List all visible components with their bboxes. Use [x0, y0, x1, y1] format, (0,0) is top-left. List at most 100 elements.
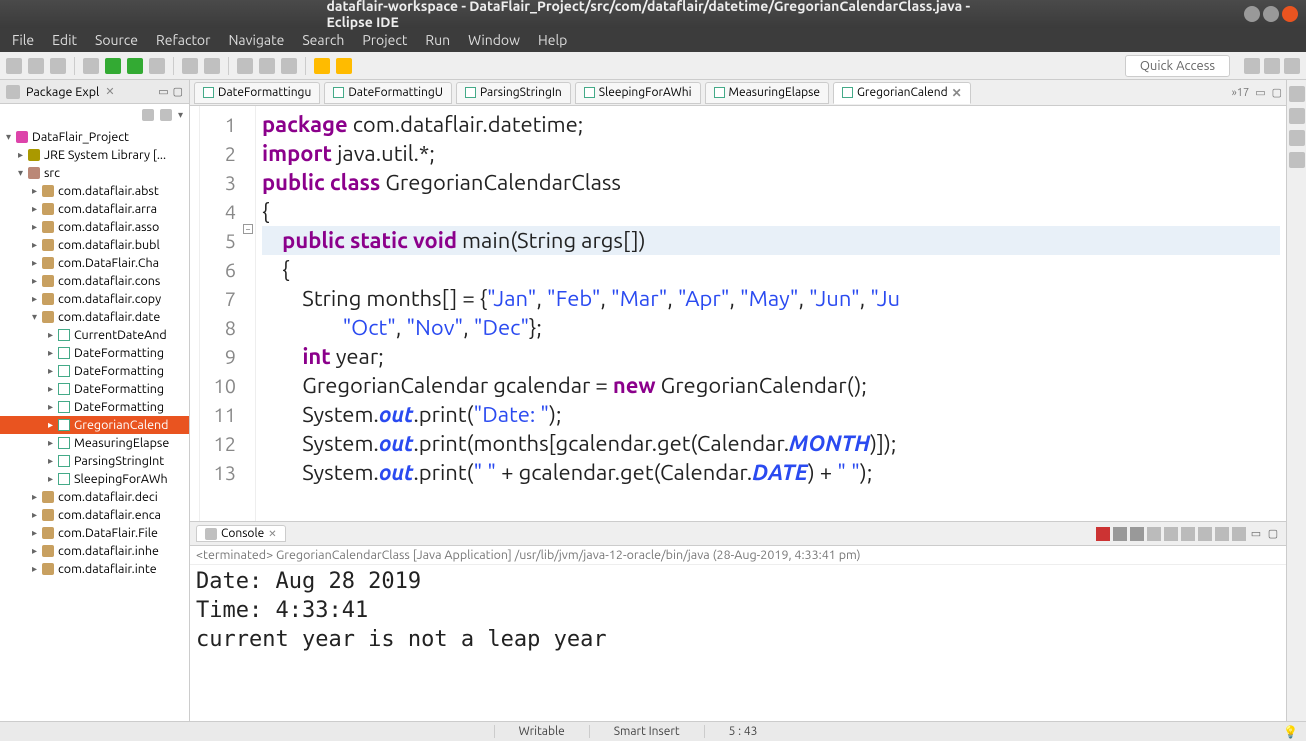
minimize-icon[interactable] [1244, 6, 1260, 22]
debug-icon[interactable] [83, 58, 99, 74]
maximize-console-icon[interactable]: ▢ [1266, 527, 1280, 541]
tab-overflow[interactable]: »17▭▢ [1232, 86, 1282, 99]
remove-launch-icon[interactable] [1113, 527, 1127, 541]
jre-lib[interactable]: ▸JRE System Library [... [0, 146, 189, 164]
back-icon[interactable] [314, 58, 330, 74]
package-item[interactable]: ▸com.dataflair.bubl [0, 236, 189, 254]
maximize-icon[interactable] [1263, 6, 1279, 22]
menu-help[interactable]: Help [538, 32, 567, 48]
package-item[interactable]: ▸com.DataFlair.File [0, 524, 189, 542]
editor-tab[interactable]: ParsingStringIn [456, 82, 571, 104]
open-console-icon[interactable] [1232, 527, 1246, 541]
menu-project[interactable]: Project [362, 32, 407, 48]
task-list-icon[interactable] [1289, 108, 1305, 124]
debug-perspective-icon[interactable] [1284, 58, 1300, 74]
src-folder[interactable]: ▾src [0, 164, 189, 182]
minimize-view-icon[interactable]: ▭ [158, 85, 168, 98]
menu-edit[interactable]: Edit [52, 32, 77, 48]
file-item[interactable]: ▸DateFormatting [0, 380, 189, 398]
file-item[interactable]: ▸MeasuringElapse [0, 434, 189, 452]
view-menu-icon[interactable]: ▾ [178, 109, 183, 121]
minimap-icon[interactable] [1289, 152, 1305, 168]
cheat-sheet-icon[interactable] [1289, 130, 1305, 146]
forward-icon[interactable] [336, 58, 352, 74]
quick-access[interactable]: Quick Access [1125, 55, 1230, 77]
java-perspective-icon[interactable] [1264, 58, 1280, 74]
package-item[interactable]: ▸com.dataflair.enca [0, 506, 189, 524]
package-item[interactable]: ▸com.dataflair.cons [0, 272, 189, 290]
scroll-lock-icon[interactable] [1164, 527, 1178, 541]
console-tab[interactable]: Console✕ [196, 525, 286, 542]
menu-run[interactable]: Run [425, 32, 450, 48]
word-wrap-icon[interactable] [1181, 527, 1195, 541]
menu-refactor[interactable]: Refactor [156, 32, 210, 48]
fold-minus-icon[interactable]: − [243, 224, 253, 234]
new-package-icon[interactable] [182, 58, 198, 74]
pin-console-icon[interactable] [1198, 527, 1212, 541]
open-perspective-icon[interactable] [1244, 58, 1260, 74]
file-item[interactable]: ▸ParsingStringInt [0, 452, 189, 470]
file-item[interactable]: ▸DateFormatting [0, 344, 189, 362]
outline-icon[interactable] [1289, 86, 1305, 102]
file-label: DateFormatting [74, 364, 164, 378]
maximize-view-icon[interactable]: ▢ [173, 85, 183, 98]
file-item[interactable]: ▸DateFormatting [0, 362, 189, 380]
editor-tab[interactable]: MeasuringElapse [705, 82, 829, 104]
open-type-icon[interactable] [237, 58, 253, 74]
collapse-all-icon[interactable] [142, 109, 154, 121]
save-all-icon[interactable] [50, 58, 66, 74]
maximize-editor-icon[interactable]: ▢ [1272, 86, 1282, 99]
project-root[interactable]: ▾DataFlair_Project [0, 128, 189, 146]
package-item[interactable]: ▸com.dataflair.abst [0, 182, 189, 200]
tip-icon[interactable]: 💡 [1275, 725, 1306, 739]
java-file-icon [203, 87, 214, 98]
display-selected-icon[interactable] [1215, 527, 1229, 541]
package-item[interactable]: ▸com.DataFlair.Cha [0, 254, 189, 272]
search-icon[interactable] [259, 58, 275, 74]
new-class-icon[interactable] [204, 58, 220, 74]
code-editor[interactable]: 12345678910111213 − package com.dataflai… [190, 106, 1286, 521]
package-item[interactable]: ▸com.dataflair.asso [0, 218, 189, 236]
editor-tab[interactable]: DateFormattingu [194, 82, 320, 104]
package-item[interactable]: ▸com.dataflair.arra [0, 200, 189, 218]
menu-file[interactable]: File [12, 32, 34, 48]
editor-tab-active[interactable]: GregorianCalend✕ [833, 82, 971, 104]
close-icon[interactable] [1282, 6, 1298, 22]
package-item[interactable]: ▸com.dataflair.inhe [0, 542, 189, 560]
package-datetime[interactable]: ▾com.dataflair.date [0, 308, 189, 326]
link-editor-icon[interactable] [160, 109, 172, 121]
package-item[interactable]: ▸com.dataflair.copy [0, 290, 189, 308]
coverage-icon[interactable] [127, 58, 143, 74]
toggle-mark-icon[interactable] [281, 58, 297, 74]
menu-navigate[interactable]: Navigate [228, 32, 284, 48]
file-item[interactable]: ▸DateFormatting [0, 398, 189, 416]
file-item[interactable]: ▸SleepingForAWh [0, 470, 189, 488]
menu-source[interactable]: Source [95, 32, 138, 48]
menu-window[interactable]: Window [468, 32, 520, 48]
package-item[interactable]: ▸com.dataflair.inte [0, 560, 189, 578]
separator [228, 57, 229, 75]
code-content[interactable]: package com.dataflair.datetime;import ja… [256, 106, 1286, 521]
close-tab-icon[interactable]: ✕ [952, 86, 962, 100]
editor-tab[interactable]: DateFormattingU [324, 82, 452, 104]
terminate-icon[interactable] [1096, 527, 1110, 541]
file-item-selected[interactable]: ▸GregorianCalend [0, 416, 189, 434]
remove-all-icon[interactable] [1130, 527, 1144, 541]
toolbar: Quick Access [0, 52, 1306, 80]
editor-tab[interactable]: SleepingForAWhi [575, 82, 701, 104]
console-close-icon[interactable]: ✕ [268, 528, 276, 540]
console-output[interactable]: Date: Aug 28 2019 Time: 4:33:41 current … [190, 565, 1286, 721]
close-view-x[interactable]: ✕ [105, 85, 114, 98]
minimize-editor-icon[interactable]: ▭ [1255, 86, 1265, 99]
menu-search[interactable]: Search [302, 32, 344, 48]
clear-console-icon[interactable] [1147, 527, 1161, 541]
project-tree[interactable]: ▾DataFlair_Project ▸JRE System Library [… [0, 126, 189, 721]
run-icon[interactable] [105, 58, 121, 74]
run-last-icon[interactable] [149, 58, 165, 74]
file-item[interactable]: ▸CurrentDateAnd [0, 326, 189, 344]
package-item[interactable]: ▸com.dataflair.deci [0, 488, 189, 506]
new-icon[interactable] [6, 58, 22, 74]
minimize-console-icon[interactable]: ▭ [1249, 527, 1263, 541]
project-label: DataFlair_Project [32, 130, 129, 144]
save-icon[interactable] [28, 58, 44, 74]
